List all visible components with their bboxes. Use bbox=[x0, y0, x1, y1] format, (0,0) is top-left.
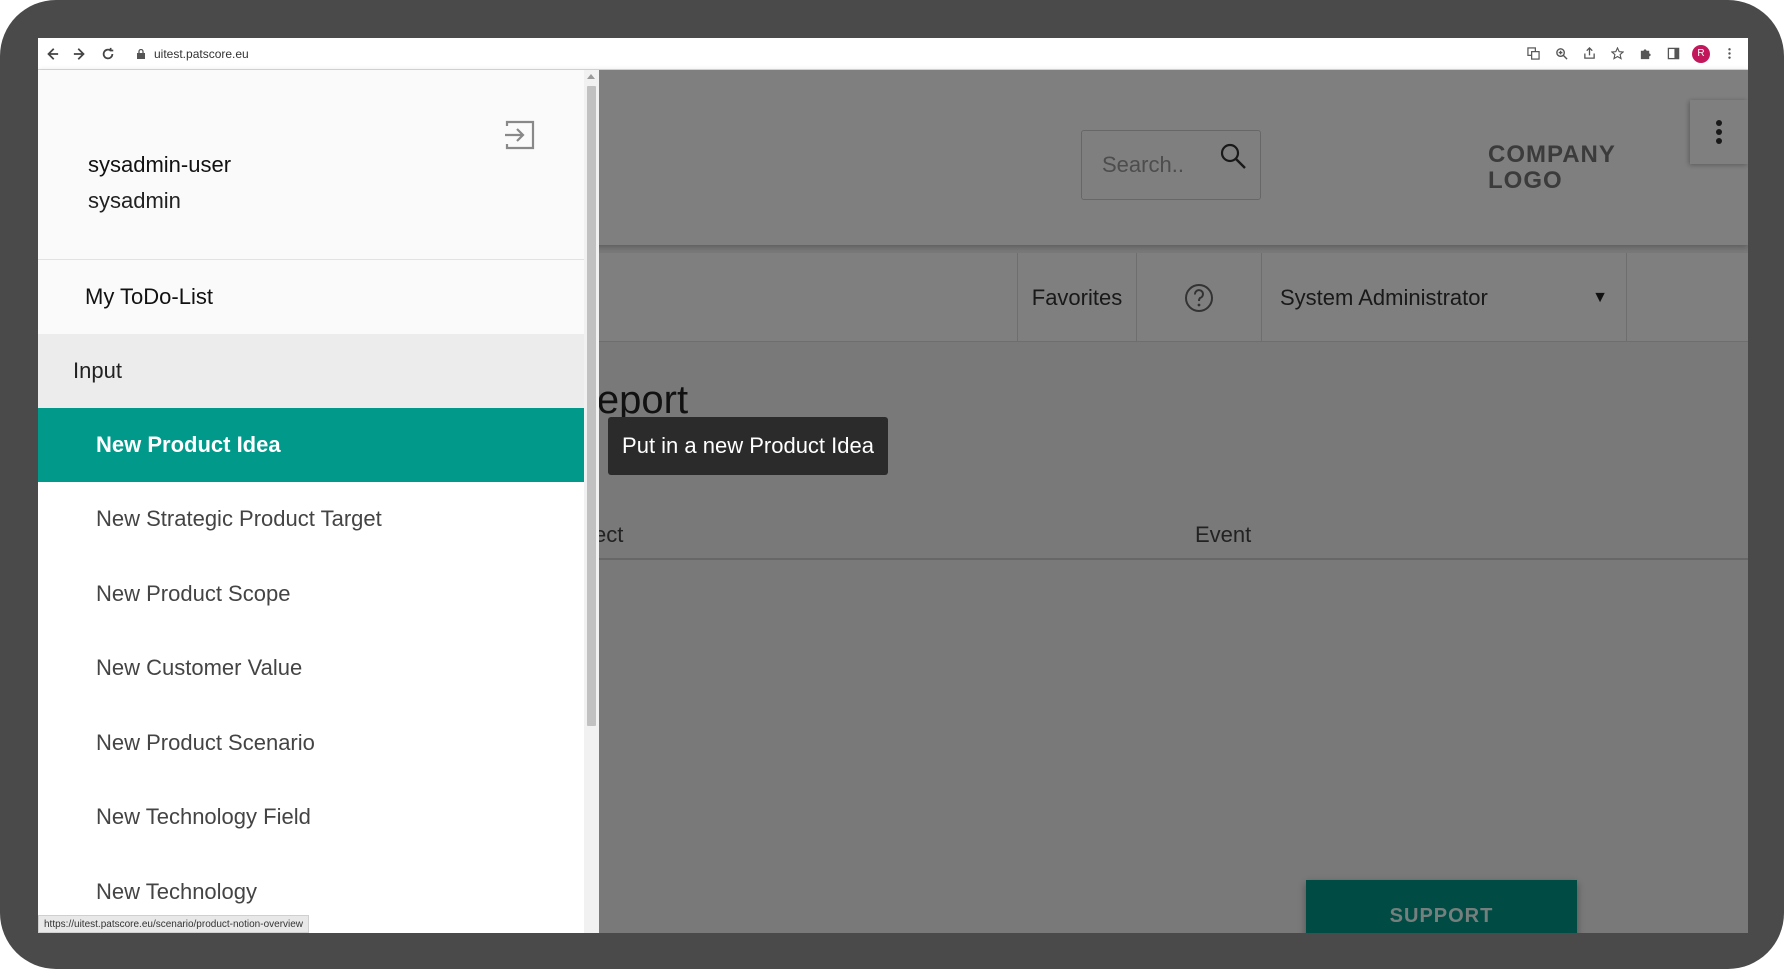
drawer-section-input[interactable]: Input bbox=[38, 334, 584, 408]
browser-toolbar: uitest.patscore.eu R bbox=[38, 38, 1748, 70]
drawer-item-new-strategic-product-target[interactable]: New Strategic Product Target bbox=[38, 482, 584, 556]
drawer-item-new-customer-value[interactable]: New Customer Value bbox=[38, 631, 584, 705]
arrow-right-icon bbox=[73, 47, 85, 60]
reload-icon bbox=[102, 47, 114, 59]
translate-icon[interactable] bbox=[1524, 45, 1542, 63]
forward-button[interactable] bbox=[66, 40, 94, 68]
bookmark-star-icon[interactable] bbox=[1608, 45, 1626, 63]
drawer-item-label: New Product Scenario bbox=[96, 730, 315, 755]
drawer-section-label: Input bbox=[73, 358, 122, 383]
user-name: sysadmin-user bbox=[88, 152, 232, 177]
drawer-item-label: New Product Idea bbox=[96, 432, 281, 457]
extensions-icon[interactable] bbox=[1636, 45, 1654, 63]
url-text: uitest.patscore.eu bbox=[154, 46, 249, 61]
logout-icon[interactable] bbox=[503, 118, 537, 152]
scroll-up-arrow-icon[interactable] bbox=[587, 74, 595, 79]
address-bar[interactable]: uitest.patscore.eu bbox=[128, 42, 257, 66]
browser-actions: R bbox=[1524, 44, 1748, 63]
back-button[interactable] bbox=[38, 40, 66, 68]
drawer-item-label: My ToDo-List bbox=[85, 284, 213, 309]
screen: uitest.patscore.eu R sysadmin-user sysad… bbox=[38, 38, 1748, 933]
lock-icon bbox=[137, 48, 145, 59]
drawer-item-label: New Strategic Product Target bbox=[96, 506, 382, 531]
drawer-item-new-product-scope[interactable]: New Product Scope bbox=[38, 557, 584, 631]
drawer-item-new-product-scenario[interactable]: New Product Scenario bbox=[38, 706, 584, 780]
profile-avatar[interactable]: R bbox=[1692, 44, 1710, 63]
reload-button[interactable] bbox=[94, 40, 122, 68]
drawer-item-label: New Technology Field bbox=[96, 804, 311, 829]
drawer-scrollbar-thumb[interactable] bbox=[587, 86, 596, 726]
share-icon[interactable] bbox=[1580, 45, 1598, 63]
user-role: sysadmin bbox=[88, 188, 181, 213]
drawer-item-new-technology-field[interactable]: New Technology Field bbox=[38, 780, 584, 854]
tooltip: Put in a new Product Idea bbox=[608, 417, 888, 475]
drawer-user-header: sysadmin-user sysadmin bbox=[38, 70, 584, 260]
drawer-item-label: New Product Scope bbox=[96, 581, 291, 606]
side-panel-icon[interactable] bbox=[1664, 45, 1682, 63]
navigation-drawer: sysadmin-user sysadmin My ToDo-List Inpu… bbox=[38, 70, 599, 933]
drawer-item-label: New Technology bbox=[96, 879, 258, 904]
status-url-preview: https://uitest.patscore.eu/scenario/prod… bbox=[38, 915, 310, 933]
zoom-icon[interactable] bbox=[1552, 45, 1570, 63]
drawer-item-todo-list[interactable]: My ToDo-List bbox=[38, 260, 584, 334]
drawer-item-label: New Customer Value bbox=[96, 655, 303, 680]
browser-menu-icon[interactable] bbox=[1720, 45, 1738, 63]
arrow-left-icon bbox=[47, 47, 59, 60]
drawer-item-new-product-idea[interactable]: New Product Idea bbox=[38, 408, 584, 482]
